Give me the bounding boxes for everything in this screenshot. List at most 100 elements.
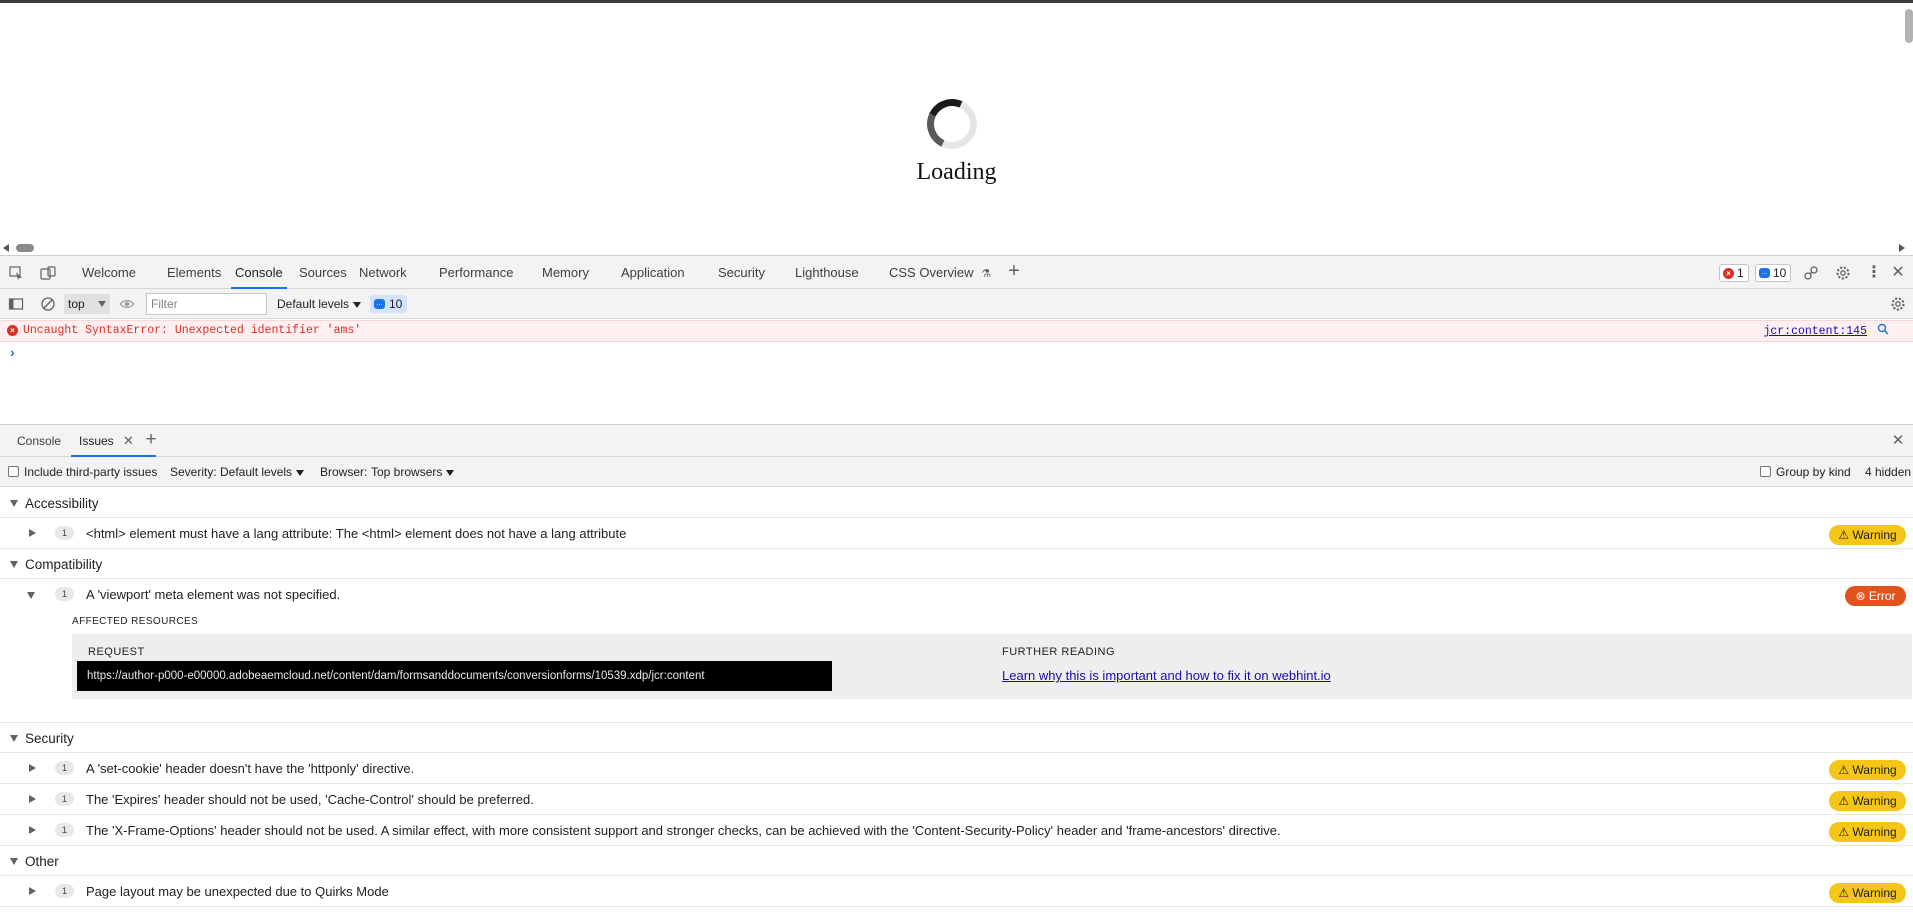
tab-security[interactable]: Security (718, 256, 765, 289)
issue-text: Page layout may be unexpected due to Qui… (86, 884, 389, 899)
request-label: REQUEST (88, 646, 145, 658)
message-count-badge[interactable]: … 10 (1755, 264, 1792, 282)
warning-badge: ⚠ Warning (1829, 822, 1906, 842)
vertical-scrollbar-thumb[interactable] (1905, 9, 1913, 43)
issue-text: A 'set-cookie' header doesn't have the '… (86, 761, 415, 776)
context-value: top (68, 297, 85, 311)
issue-row[interactable]: 1 <html> element must have a lang attrib… (0, 518, 1913, 549)
expand-triangle-icon (10, 735, 18, 742)
issue-group-accessibility[interactable]: Accessibility (0, 489, 1913, 518)
issue-group-name: Compatibility (25, 557, 103, 572)
add-drawer-tab-icon[interactable]: + (143, 430, 159, 449)
flask-icon: ⚗ (981, 268, 992, 280)
issue-row[interactable]: 1 A 'viewport' meta element was not spec… (0, 579, 1913, 610)
search-icon[interactable] (1877, 323, 1889, 338)
chevron-down-icon (353, 301, 362, 308)
issue-row[interactable]: 1 The 'X-Frame-Options' header should no… (0, 815, 1913, 846)
page-viewport: Loading (0, 3, 1913, 255)
drawer-tab-issues[interactable]: Issues ✕ (71, 425, 156, 457)
third-party-checkbox[interactable] (8, 466, 19, 477)
message-icon: … (1759, 268, 1770, 278)
loading-spinner (919, 91, 985, 157)
tab-console[interactable]: Console (231, 256, 287, 289)
tab-welcome[interactable]: Welcome (82, 256, 136, 289)
tab-application[interactable]: Application (621, 256, 685, 289)
scroll-right-arrow-icon[interactable] (1899, 244, 1905, 252)
error-count: 1 (1737, 266, 1744, 280)
console-filter-input[interactable] (146, 293, 267, 315)
console-message-count[interactable]: … 10 (370, 295, 408, 313)
clear-console-icon[interactable] (40, 296, 56, 312)
issue-row[interactable]: 1 The 'Expires' header should not be use… (0, 784, 1913, 815)
further-reading-link[interactable]: Learn why this is important and how to f… (1002, 668, 1331, 683)
live-expression-eye-icon[interactable] (119, 296, 135, 312)
group-by-kind-checkbox[interactable] (1760, 466, 1771, 477)
issue-group-name: Security (25, 731, 74, 746)
devtools-tab-bar: Welcome Elements Console Sources Network… (0, 255, 1913, 289)
chevron-down-icon (296, 469, 305, 476)
affected-resources-title: AFFECTED RESOURCES (72, 616, 199, 627)
close-drawer-icon[interactable]: ✕ (1890, 433, 1906, 449)
warning-badge: ⚠ Warning (1829, 525, 1906, 545)
issue-count: 1 (55, 792, 74, 806)
inspect-element-icon[interactable] (8, 265, 24, 281)
tab-css-overview[interactable]: CSS Overview ⚗ (889, 256, 991, 289)
issue-count: 1 (55, 587, 74, 601)
drawer-tab-console[interactable]: Console (17, 425, 61, 457)
add-tab-icon[interactable]: + (1006, 261, 1022, 281)
close-devtools-icon[interactable]: ✕ (1890, 265, 1906, 281)
severity-text: Warning (1852, 886, 1897, 900)
console-error-message[interactable]: × Uncaught SyntaxError: Unexpected ident… (0, 320, 1913, 342)
expand-triangle-icon (10, 561, 18, 568)
error-source-link[interactable]: jcr:content:145 (1763, 321, 1867, 342)
issue-text: <html> element must have a lang attribut… (86, 526, 627, 541)
tab-memory[interactable]: Memory (542, 256, 589, 289)
device-toolbar-icon[interactable] (40, 265, 56, 281)
message-count: 10 (1773, 266, 1787, 280)
tab-network[interactable]: Network (359, 256, 407, 289)
tab-elements[interactable]: Elements (167, 256, 221, 289)
tab-sources[interactable]: Sources (299, 256, 347, 289)
connection-icon[interactable] (1803, 265, 1819, 281)
collapsed-triangle-icon (29, 764, 36, 772)
loading-text: Loading (916, 159, 997, 185)
group-by-kind-label: Group by kind (1776, 465, 1851, 479)
settings-gear-icon[interactable] (1835, 265, 1851, 281)
severity-dropdown[interactable]: Default levels (220, 457, 305, 487)
error-badge: ⊗ Error (1845, 586, 1906, 606)
issue-group-other[interactable]: Other (0, 847, 1913, 876)
browser-dropdown[interactable]: Top browsers (371, 457, 455, 487)
severity-label: Severity: (170, 465, 217, 479)
severity-text: Warning (1852, 763, 1897, 777)
error-message-text: Uncaught SyntaxError: Unexpected identif… (23, 324, 362, 337)
issue-group-security[interactable]: Security (0, 724, 1913, 753)
third-party-label: Include third-party issues (24, 465, 158, 479)
console-prompt[interactable]: › (10, 344, 15, 360)
issue-row[interactable]: 1 A 'set-cookie' header doesn't have the… (0, 753, 1913, 784)
collapsed-triangle-icon (29, 795, 36, 803)
expand-triangle-icon (10, 500, 18, 507)
issue-row[interactable]: 1 Page layout may be unexpected due to Q… (0, 876, 1913, 907)
horizontal-scrollbar-thumb[interactable] (16, 244, 34, 252)
close-tab-icon[interactable]: ✕ (123, 433, 134, 448)
issue-count: 1 (55, 884, 74, 898)
sidebar-toggle-icon[interactable] (8, 296, 24, 312)
console-message-count-value: 10 (389, 297, 403, 311)
severity-text: Warning (1852, 825, 1897, 839)
tab-lighthouse[interactable]: Lighthouse (795, 256, 859, 289)
request-url[interactable]: https://author-p000-e00000.adobeaemcloud… (77, 661, 832, 691)
more-options-icon[interactable]: ⋮ (1866, 265, 1882, 281)
context-selector[interactable]: top (64, 294, 110, 314)
browser-label: Browser: (320, 465, 368, 479)
horizontal-scrollbar[interactable] (0, 241, 1913, 255)
hidden-count[interactable]: 4 hidden (1865, 457, 1911, 487)
scroll-left-arrow-icon[interactable] (3, 244, 9, 252)
console-settings-gear-icon[interactable] (1890, 296, 1906, 312)
tab-performance[interactable]: Performance (439, 256, 513, 289)
log-levels-dropdown[interactable]: Default levels (277, 289, 362, 319)
error-count-badge[interactable]: × 1 (1719, 264, 1749, 282)
message-icon: … (374, 299, 385, 309)
severity-value: Default levels (220, 465, 293, 479)
severity-text: Warning (1852, 528, 1897, 542)
issue-group-compatibility[interactable]: Compatibility (0, 550, 1913, 579)
